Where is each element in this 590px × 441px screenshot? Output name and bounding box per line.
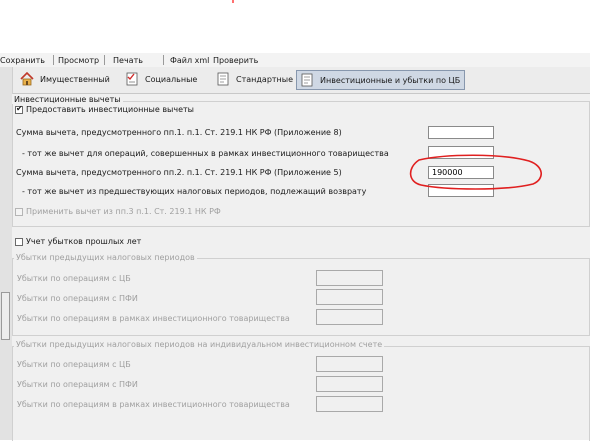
prior-losses-derivatives-input[interactable] bbox=[316, 289, 383, 305]
menu-separator bbox=[53, 55, 54, 65]
rail-button[interactable] bbox=[1, 292, 10, 340]
prior-losses-securities-input[interactable] bbox=[316, 270, 383, 286]
tab-bar: Имущественный Социальные Стандартные Инв… bbox=[0, 67, 590, 94]
iis-losses-securities-input[interactable] bbox=[316, 356, 383, 372]
loss-carryover-checkbox[interactable] bbox=[15, 238, 23, 246]
deduction-pp1-input[interactable] bbox=[428, 126, 494, 139]
deduction-pp1-partnership-label: - тот же вычет для операций, совершенных… bbox=[22, 149, 389, 158]
tab-social-label: Социальные bbox=[145, 74, 198, 84]
provide-deductions-label: Предоставить инвестиционные вычеты bbox=[26, 105, 194, 114]
iis-losses-derivatives-label: Убытки по операциям с ПФИ bbox=[17, 380, 138, 389]
apply-pp3-checkbox[interactable] bbox=[15, 208, 23, 216]
menu-preview[interactable]: Просмотр bbox=[58, 56, 99, 65]
loss-carryover-label: Учет убытков прошлых лет bbox=[26, 237, 142, 246]
house-icon bbox=[20, 71, 34, 86]
iis-losses-partnership-label: Убытки по операциям в рамках инвестицион… bbox=[17, 400, 290, 409]
tab-investment-label: Инвестиционные и убытки по ЦБ bbox=[320, 75, 461, 85]
check-mark-icon: ✔ bbox=[16, 104, 23, 113]
provide-deductions-checkbox[interactable]: ✔ bbox=[15, 104, 23, 114]
content-panel: Инвестиционные вычеты ✔ Предоставить инв… bbox=[12, 94, 590, 441]
tab-social[interactable]: Социальные bbox=[125, 70, 197, 88]
tab-property-label: Имущественный bbox=[40, 74, 110, 84]
menu-check[interactable]: Проверить bbox=[213, 56, 258, 65]
prior-losses-partnership-label: Убытки по операциям в рамках инвестицион… bbox=[17, 314, 290, 323]
menu-bar: Сохранить Просмотр Печать Файл xml Прове… bbox=[0, 53, 590, 67]
iis-losses-derivatives-input[interactable] bbox=[316, 376, 383, 392]
tab-standard[interactable]: Стандартные bbox=[216, 70, 293, 88]
document-icon bbox=[216, 72, 230, 86]
iis-losses-partnership-input[interactable] bbox=[316, 396, 383, 412]
document-icon bbox=[300, 73, 314, 87]
menu-separator bbox=[104, 55, 105, 65]
deduction-pp1-label: Сумма вычета, предусмотренного пп.1. п.1… bbox=[16, 128, 342, 137]
iis-losses-securities-label: Убытки по операциям с ЦБ bbox=[17, 360, 131, 369]
investment-deductions-title: Инвестиционные вычеты bbox=[12, 95, 123, 104]
prior-losses-partnership-input[interactable] bbox=[316, 309, 383, 325]
menu-print[interactable]: Печать bbox=[113, 56, 143, 65]
tab-property[interactable]: Имущественный bbox=[20, 70, 110, 88]
deduction-pp2-label: Сумма вычета, предусмотренного пп.2. п.1… bbox=[16, 168, 342, 177]
checklist-icon bbox=[125, 72, 139, 86]
prior-losses-securities-label: Убытки по операциям с ЦБ bbox=[17, 274, 131, 283]
menu-separator bbox=[163, 55, 164, 65]
apply-pp3-label: Применить вычет из пп.3 п.1. Ст. 219.1 Н… bbox=[26, 207, 221, 216]
prior-losses-title: Убытки предыдущих налоговых периодов bbox=[14, 253, 197, 262]
red-circle-annotation bbox=[409, 154, 542, 190]
tab-investment[interactable]: Инвестиционные и убытки по ЦБ bbox=[296, 70, 466, 90]
top-red-mark bbox=[232, 0, 234, 3]
iis-losses-title: Убытки предыдущих налоговых периодов на … bbox=[14, 340, 385, 349]
tab-standard-label: Стандартные bbox=[236, 74, 294, 84]
prior-losses-derivatives-label: Убытки по операциям с ПФИ bbox=[17, 294, 138, 303]
menu-xml-file[interactable]: Файл xml bbox=[170, 56, 209, 65]
deduction-pp2-prior-label: - тот же вычет из предшествующих налогов… bbox=[22, 187, 367, 196]
menu-save[interactable]: Сохранить bbox=[0, 56, 45, 65]
